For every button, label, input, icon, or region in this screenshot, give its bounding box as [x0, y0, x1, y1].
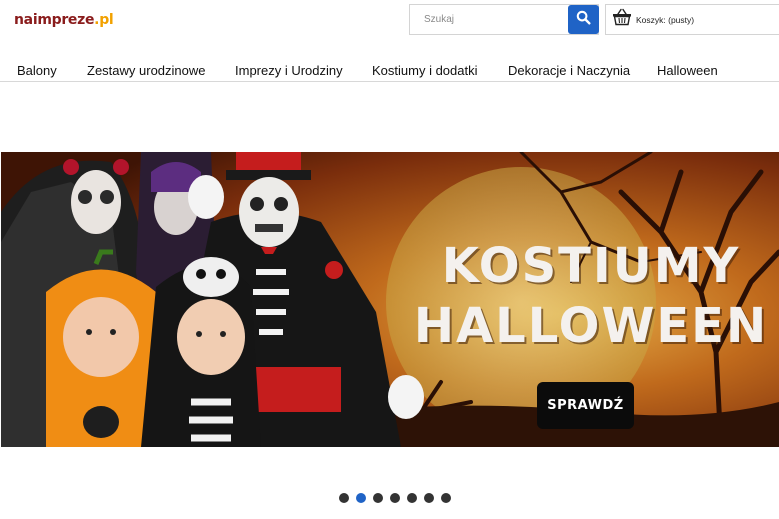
- carousel-dot[interactable]: [407, 493, 417, 503]
- search-icon: [576, 10, 591, 30]
- search-box: [409, 4, 599, 35]
- cart-label: Koszyk: (pusty): [636, 14, 695, 25]
- carousel-dot[interactable]: [339, 493, 349, 503]
- carousel-dot[interactable]: [390, 493, 400, 503]
- search-button[interactable]: [568, 5, 599, 34]
- carousel-dot[interactable]: [424, 493, 434, 503]
- cart-button[interactable]: Koszyk: (pusty): [605, 4, 779, 35]
- nav-item-imprezy-i-urodziny[interactable]: Imprezy i Urodziny: [235, 63, 343, 78]
- nav-item-zestawy-urodzinowe[interactable]: Zestawy urodzinowe: [87, 63, 206, 78]
- nav-item-dekoracje-i-naczynia[interactable]: Dekoracje i Naczynia: [508, 63, 630, 78]
- carousel-dot[interactable]: [441, 493, 451, 503]
- site-logo[interactable]: naimpreze.pl: [14, 12, 114, 28]
- banner-title-line1: KOSTIUMY: [441, 238, 741, 294]
- main-nav: Balony Zestawy urodzinowe Imprezy i Urod…: [0, 58, 779, 82]
- nav-item-halloween[interactable]: Halloween: [657, 63, 718, 78]
- nav-item-kostiumy-i-dodatki[interactable]: Kostiumy i dodatki: [372, 63, 478, 78]
- carousel-pagination: [339, 493, 451, 503]
- banner-cta-button[interactable]: SPRAWDŹ: [537, 382, 634, 429]
- hero-banner[interactable]: KOSTIUMY HALLOWEEN SPRAWDŹ: [1, 152, 779, 447]
- logo-text-domain: .pl: [94, 12, 114, 28]
- banner-title-line2: HALLOWEEN: [413, 298, 769, 354]
- basket-icon: [612, 8, 632, 31]
- carousel-dot[interactable]: [356, 493, 366, 503]
- search-input[interactable]: [410, 5, 568, 34]
- carousel-dot[interactable]: [373, 493, 383, 503]
- logo-text-main: naimpreze: [14, 12, 95, 28]
- nav-item-balony[interactable]: Balony: [17, 63, 57, 78]
